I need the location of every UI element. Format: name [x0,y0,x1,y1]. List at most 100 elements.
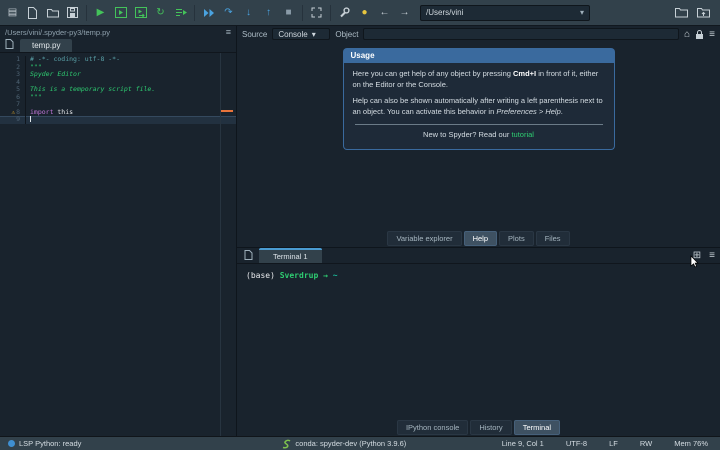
terminal-options-menu-icon[interactable]: ≡ [709,250,715,261]
line-number[interactable]: ⚠ 8 [0,108,26,116]
source-label: Source [242,29,268,39]
preferences-help-ref: Preferences > Help [496,106,561,116]
working-directory-combobox[interactable]: /Users/vini ▾ [420,4,590,21]
source-value: Console [278,29,308,39]
terminal-tab-1[interactable]: Terminal 1 [259,248,322,263]
code-line[interactable]: 3 Spyder Editor [0,70,236,79]
main-toolbar: ▤ ▶ ↻ ↷ ↓ ↑ ■ ● ← → /Users/vini ▾ [0,0,720,26]
usage-paragraph-1: Here you can get help of any object by p… [352,69,599,89]
conda-status[interactable]: conda: spyder-dev (Python 3.9.6) [281,439,406,449]
line-number[interactable]: 9 [0,115,26,124]
chevron-down-icon[interactable]: ▾ [580,8,584,17]
line-number[interactable]: 3 [0,70,26,79]
help-pane-tabs: Variable explorer Help Plots Files [237,229,720,247]
right-column: Source Console ▾ Object ⌂ ≡ Usage Here y… [237,26,720,436]
permissions-status: RW [639,439,653,448]
prompt-env: (base) [246,271,275,280]
tab-ipython-console[interactable]: IPython console [396,419,469,435]
stop-icon[interactable]: ■ [282,5,295,21]
editor-file-path: /Users/vini/.spyder-py3/temp.py [5,27,111,37]
preferences-wrench-icon[interactable] [338,5,351,21]
help-header: Source Console ▾ Object ⌂ ≡ [237,26,720,42]
chevron-down-icon: ▾ [311,29,316,39]
maximize-pane-icon[interactable] [310,5,323,21]
warning-icon: ⚠ [11,108,16,116]
browse-tabs-icon[interactable] [242,247,255,263]
usage-box: Usage Here you can get help of any objec… [342,48,615,150]
tab-variable-explorer[interactable]: Variable explorer [387,230,462,246]
line-number[interactable]: 1 [0,55,26,64]
code-editor[interactable]: 1 # -*- coding: utf-8 -*- 2 """ 3 Spyder… [0,53,236,436]
usage-body: Here you can get help of any object by p… [342,63,615,150]
toolbar-right-group [675,5,714,21]
working-directory-value: /Users/vini [426,8,464,17]
help-pane: Source Console ▾ Object ⌂ ≡ Usage Here y… [237,26,720,248]
run-icon[interactable]: ▶ [94,5,107,21]
browse-directory-icon[interactable] [675,5,688,21]
line-number[interactable]: 5 [0,85,26,94]
open-file-icon[interactable] [46,5,59,21]
help-content: Usage Here you can get help of any objec… [237,42,720,229]
source-combobox[interactable]: Console ▾ [272,28,331,40]
code-line-current[interactable]: 9 [0,115,236,124]
prompt-host: Sverdrup [279,271,319,280]
toolbar-separator [194,4,195,21]
usage-paragraph-2: Help can also be shown automatically aft… [352,96,603,116]
browse-tabs-icon[interactable] [3,36,16,52]
toolbar-separator [302,4,303,21]
tab-history[interactable]: History [470,419,512,435]
line-number[interactable]: 4 [0,78,26,86]
editor-options-menu-icon[interactable]: ≡ [226,27,231,37]
code-token: This is a temporary script file. [30,85,156,93]
rerun-cell-icon[interactable]: ↻ [154,5,167,21]
help-options-menu-icon[interactable]: ≡ [709,29,715,40]
code-token: import [30,107,54,116]
lsp-status-text: LSP Python: ready [19,439,82,448]
workspace: /Users/vini/.spyder-py3/temp.py ≡ temp.p… [0,26,720,436]
debug-continue-icon[interactable] [202,5,215,21]
back-icon[interactable]: ← [378,5,391,21]
tab-terminal[interactable]: Terminal [513,419,561,435]
line-number[interactable]: 2 [0,63,26,71]
console-pane-tabs: IPython console History Terminal [237,418,720,436]
line-number[interactable]: 7 [0,100,26,109]
tab-help[interactable]: Help [463,230,498,246]
debug-step-into-icon[interactable]: ↓ [242,5,255,21]
tab-files[interactable]: Files [535,230,570,246]
main-menu-icon[interactable]: ▤ [6,5,19,21]
code-line[interactable]: 6 """ [0,92,236,101]
line-number[interactable]: 6 [0,93,26,101]
editor-tab-temp-py[interactable]: temp.py [20,39,73,52]
run-cell-advance-icon[interactable] [134,5,147,21]
run-cell-icon[interactable] [114,5,127,21]
terminal-output[interactable]: (base) Sverdrup → ~ [237,264,720,418]
code-line[interactable]: ⚠ 8 import this [0,107,236,116]
new-file-icon[interactable] [26,5,39,21]
lsp-status-icon [8,440,15,447]
python-env-icon[interactable]: ● [358,5,371,21]
debug-step-out-icon[interactable]: ↑ [262,5,275,21]
toolbar-separator [86,4,87,21]
tab-plots[interactable]: Plots [499,230,534,246]
text-caret [30,116,31,122]
tutorial-link[interactable]: tutorial [511,130,534,139]
forward-icon[interactable]: → [398,5,411,21]
code-token: """ [30,92,42,101]
home-icon[interactable]: ⌂ [684,29,690,40]
debug-step-icon[interactable]: ↷ [222,5,235,21]
cmd-i-shortcut: Cmd+I [513,69,537,78]
status-right-group: Line 9, Col 1 UTF-8 LF RW Mem 76% [502,439,712,448]
parent-directory-icon[interactable] [697,5,710,21]
run-selection-icon[interactable] [174,5,187,21]
usage-title: Usage [342,48,615,63]
terminal-tabbar: Terminal 1 ⊞ ≡ [237,248,720,264]
save-icon[interactable] [66,5,79,21]
mouse-cursor [690,255,702,274]
status-bar: LSP Python: ready conda: spyder-dev (Pyt… [0,436,720,450]
spyder-window: ▤ ▶ ↻ ↷ ↓ ↑ ■ ● ← → /Users/vini ▾ /Users… [0,0,720,450]
lsp-status: LSP Python: ready [8,439,81,448]
cell-marker [221,110,233,112]
lock-icon[interactable] [695,29,704,40]
object-input[interactable] [363,28,680,40]
conda-status-text: conda: spyder-dev (Python 3.9.6) [295,439,407,448]
